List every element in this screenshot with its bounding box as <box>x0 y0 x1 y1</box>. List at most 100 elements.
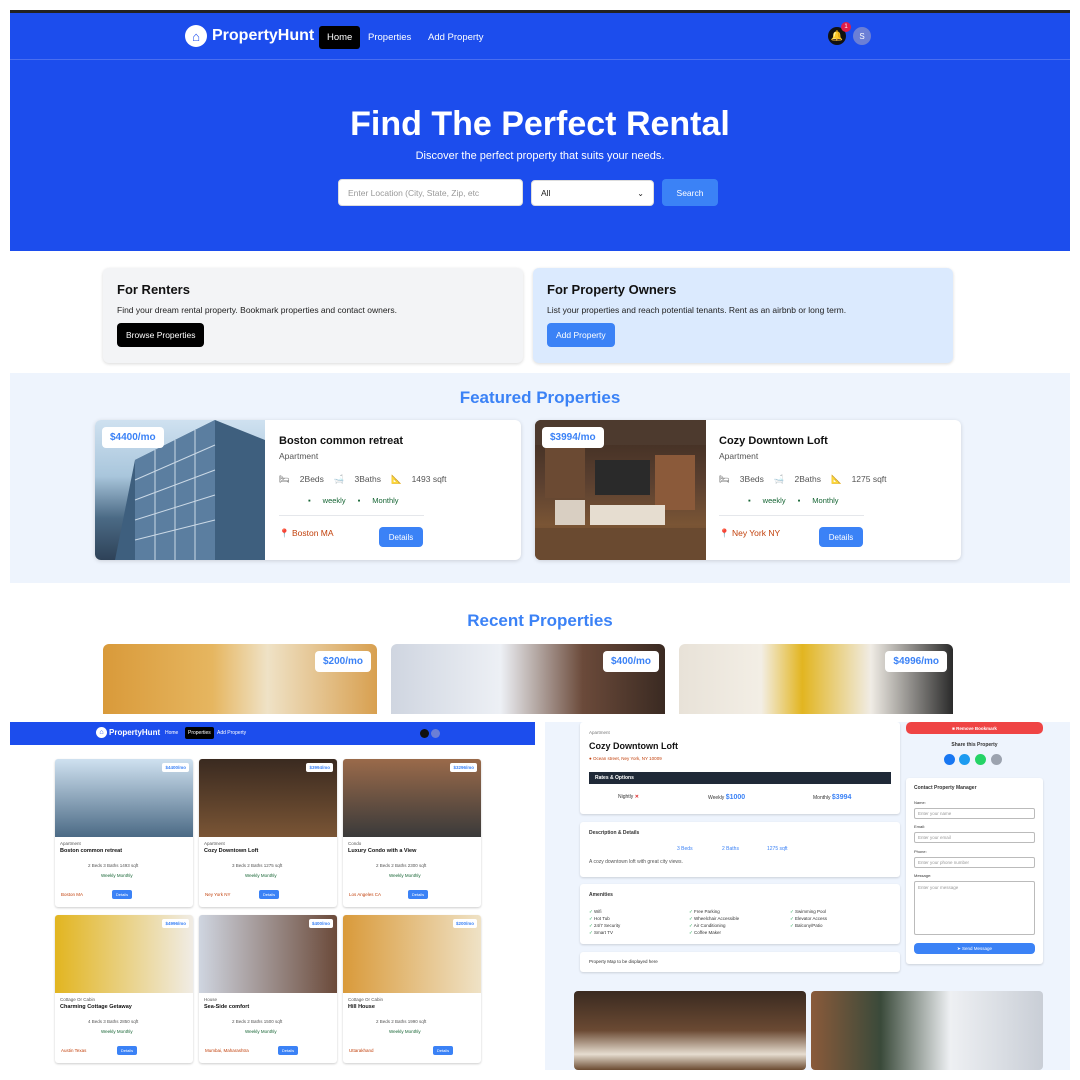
money-icon: ▪ <box>357 496 361 505</box>
nav-properties[interactable]: Properties <box>360 26 419 49</box>
hero-section: Find The Perfect Rental Discover the per… <box>10 59 1070 251</box>
location: 📍 Ney York NY <box>719 528 780 539</box>
mini-nav-home[interactable]: Home <box>165 730 178 736</box>
message-textarea[interactable]: Enter your message <box>914 881 1035 935</box>
description-text: A cozy downtown loft with great city vie… <box>589 859 683 865</box>
bookmark-icon: ■ <box>952 725 955 731</box>
money-icon: ▪ <box>748 496 751 505</box>
rate-tags: Weekly Monthly <box>101 1029 133 1034</box>
facebook-icon[interactable] <box>944 754 955 765</box>
map-pin-icon: 📍 <box>279 528 290 538</box>
avatar[interactable] <box>431 729 440 738</box>
mini-nav-properties[interactable]: Properties <box>185 727 214 739</box>
recent-card-image[interactable]: $200/mo <box>103 644 377 714</box>
add-property-button[interactable]: Add Property <box>547 323 615 347</box>
details-button[interactable]: Details <box>112 890 132 899</box>
tag-monthly: Monthly <box>812 496 839 505</box>
map-pin-icon: 📍 <box>719 528 730 538</box>
chevron-down-icon: ⌄ <box>637 188 644 198</box>
renters-text: Find your dream rental property. Bookmar… <box>117 305 398 315</box>
phone-input[interactable]: Enter your phone number <box>914 857 1035 868</box>
gallery-image[interactable] <box>574 991 806 1070</box>
baths: 3Baths <box>354 474 381 484</box>
property-name: Hill House <box>348 1004 375 1010</box>
property-name: Boston common retreat <box>60 848 123 854</box>
mini-brand[interactable]: ⌂ PropertyHunt <box>96 727 160 738</box>
details-button[interactable]: Details <box>278 1046 298 1055</box>
price-badge: $400/mo <box>602 651 659 672</box>
mini-property-card[interactable]: $4996/mo Cottage Or Cabin Charming Cotta… <box>55 915 193 1063</box>
details-button[interactable]: Details <box>117 1046 137 1055</box>
featured-card[interactable]: $3994/mo Cozy Downtown Loft Apartment 🛏 3… <box>535 420 961 560</box>
name-input[interactable]: Enter your name <box>914 808 1035 819</box>
bed-icon: 🛏 <box>719 474 730 484</box>
ruler-icon: 📐 <box>830 474 842 484</box>
price-badge: $4996/mo <box>885 651 947 672</box>
divider <box>719 515 864 516</box>
nav-home[interactable]: Home <box>319 26 361 49</box>
mini-nav-add[interactable]: Add Property <box>217 730 246 736</box>
top-navbar: ⌂ PropertyHunt Home Properties Add Prope… <box>10 10 1070 59</box>
weekly-value: $1000 <box>725 794 746 801</box>
remove-bookmark-button[interactable]: ■ Remove Bookmark <box>906 722 1043 734</box>
send-label: Send Message <box>962 946 993 951</box>
featured-card[interactable]: $4400/mo Boston common retreat Apartment… <box>95 420 521 560</box>
brand-logo[interactable]: ⌂ PropertyHunt <box>185 25 314 47</box>
property-type: Cottage Or Cabin <box>348 997 384 1002</box>
monthly-rate: Monthly $3994 <box>813 794 851 801</box>
rate-tags: ▪ weekly ▪ Monthly <box>308 496 399 505</box>
property-type: Cottage Or Cabin <box>60 997 96 1002</box>
gallery-image[interactable] <box>811 991 1043 1070</box>
bell-icon[interactable] <box>420 729 429 738</box>
property-specs: 2 Beds 2 Baths 2300 sqft <box>376 863 427 868</box>
owners-box: For Property Owners List your properties… <box>533 268 953 363</box>
mini-property-card[interactable]: $4400/mo Apartment Boston common retreat… <box>55 759 193 907</box>
baths: 2 Baths <box>722 846 739 852</box>
browse-properties-button[interactable]: Browse Properties <box>117 323 205 347</box>
property-name: Boston common retreat <box>279 435 404 447</box>
price-badge: $3994/mo <box>306 763 333 772</box>
home-logo-icon: ⌂ <box>185 25 207 47</box>
amenity-item: ✓ Air Conditioning <box>689 923 726 928</box>
amenity-item: ✓ Wheelchair Accessible <box>689 916 740 921</box>
rates-header: Rates & Options <box>589 772 891 784</box>
details-button[interactable]: Details <box>408 890 428 899</box>
user-avatar[interactable]: S <box>853 27 871 45</box>
recent-card-image[interactable]: $400/mo <box>391 644 665 714</box>
send-message-button[interactable]: ➤ Send Message <box>914 943 1035 954</box>
rate-tags: Weekly Monthly <box>389 873 421 878</box>
properties-list-screenshot: ⌂ PropertyHunt Home Properties Add Prope… <box>10 722 535 1070</box>
owners-title: For Property Owners <box>547 282 677 297</box>
detail-header-panel: Apartment Cozy Downtown Loft ● Ocean str… <box>580 722 900 814</box>
tag-weekly: weekly <box>322 496 346 505</box>
mini-property-card[interactable]: $400/mo House Sea-Side comfort 2 Beds 2 … <box>199 915 337 1063</box>
property-type-select[interactable]: All ⌄ <box>531 180 654 206</box>
email-icon[interactable] <box>991 754 1002 765</box>
twitter-icon[interactable] <box>959 754 970 765</box>
nav-add-property[interactable]: Add Property <box>420 26 491 49</box>
weekly-label: Weekly <box>708 795 725 801</box>
mini-property-card[interactable]: $3296/mo Condo Luxury Condo with a View … <box>343 759 481 907</box>
search-button[interactable]: Search <box>662 179 718 206</box>
renters-box: For Renters Find your dream rental prope… <box>103 268 523 363</box>
property-specs: 3 Beds 2 Baths 1275 sqft <box>232 863 283 868</box>
property-address: ● Ocean street, Ney York, NY 10009 <box>589 756 662 761</box>
rate-tags: Weekly Monthly <box>389 1029 421 1034</box>
property-specs: 2 Beds 2 Baths 1500 sqft <box>232 1019 283 1024</box>
property-name: Charming Cottage Getaway <box>60 1004 132 1010</box>
details-button[interactable]: Details <box>379 527 423 547</box>
details-button[interactable]: Details <box>259 890 279 899</box>
recent-card-image[interactable]: $4996/mo <box>679 644 953 714</box>
whatsapp-icon[interactable] <box>975 754 986 765</box>
details-button[interactable]: Details <box>819 527 863 547</box>
email-input[interactable]: Enter your email <box>914 832 1035 843</box>
details-button[interactable]: Details <box>433 1046 453 1055</box>
property-specs: 🛏 3Beds 🛁 2Baths 📐 1275 sqft <box>719 474 887 485</box>
mini-property-card[interactable]: $200/mo Cottage Or Cabin Hill House 2 Be… <box>343 915 481 1063</box>
property-type: House <box>204 997 218 1002</box>
mini-property-card[interactable]: $3994/mo Apartment Cozy Downtown Loft 3 … <box>199 759 337 907</box>
location-input[interactable]: Enter Location (City, State, Zip, etc <box>338 179 523 206</box>
sqft: 1275 sqft <box>851 474 887 484</box>
bed-icon: 🛏 <box>279 474 290 484</box>
ruler-icon: 📐 <box>390 474 402 484</box>
